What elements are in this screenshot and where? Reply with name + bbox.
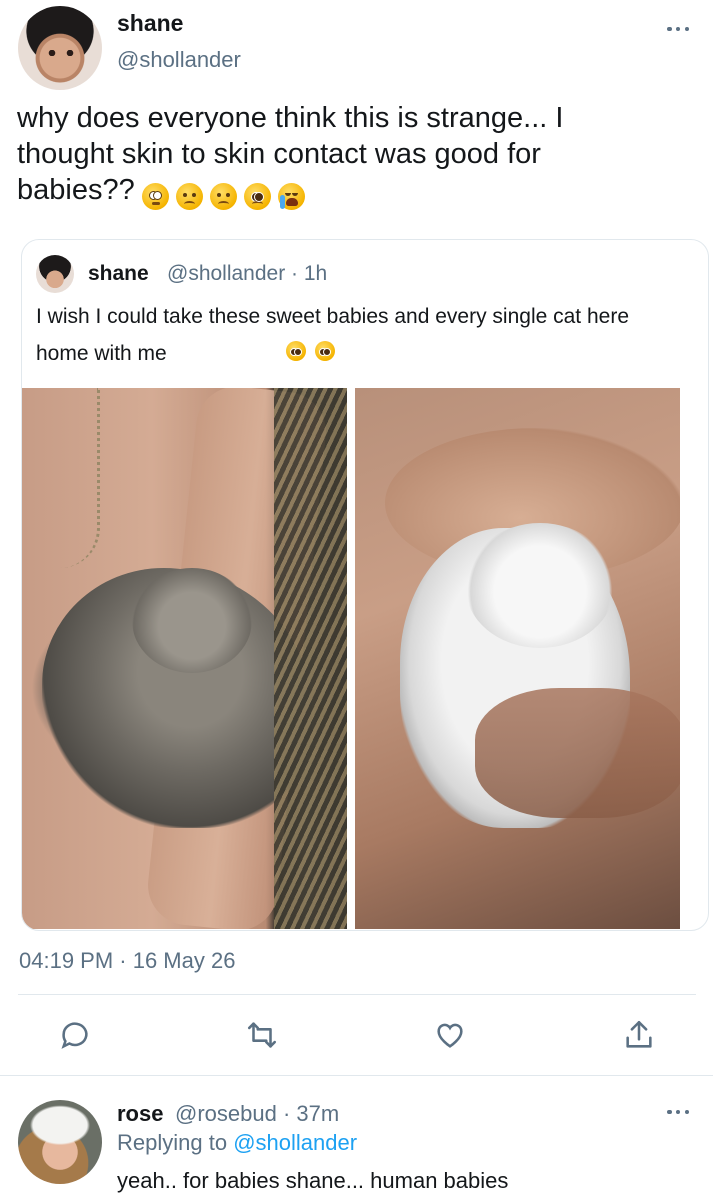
pleading-face-icon [315,341,335,361]
retweet-icon[interactable] [245,1018,279,1052]
reply-text: yeah.. for babies shane... human babies [117,1168,509,1193]
tweet-timestamp[interactable]: 04:19 PM · 16 May 26 [19,948,235,974]
reply-icon[interactable] [58,1018,92,1052]
quoted-author-handle-time: @shollander · 1h [167,262,328,285]
divider [18,994,696,995]
reply-author-avatar[interactable] [18,1100,102,1184]
quoted-tweet[interactable]: shane @shollander · 1h I wish I could ta… [21,239,709,931]
quoted-author-name: shane [88,262,149,285]
tweet-text: why does everyone think this is strange.… [17,102,564,206]
disappointed-face-icon [176,183,203,210]
tweet-emojis [142,183,305,210]
author-handle[interactable]: @shollander [117,47,241,73]
author-avatar[interactable] [18,6,102,90]
more-options-icon[interactable] [667,26,689,32]
frowning-face-icon [210,183,237,210]
reply-more-options-icon[interactable] [667,1109,689,1115]
reply-author-handle-time: @rosebud · 37m [175,1101,340,1126]
pleading-face-icon [286,341,306,361]
flushed-face-icon [142,183,169,210]
share-icon[interactable] [622,1018,656,1052]
quoted-emojis [286,341,335,361]
like-icon[interactable] [433,1018,467,1052]
replying-to-label: Replying to @shollander [117,1130,357,1156]
loudly-crying-face-icon [278,183,305,210]
author-name[interactable]: shane [117,10,183,37]
photo-grey-kitten[interactable] [22,388,347,929]
photo-white-cat[interactable] [355,388,680,929]
replying-prefix: Replying to [117,1130,234,1155]
pleading-face-icon [244,183,271,210]
section-divider [0,1075,713,1076]
quoted-tweet-text: I wish I could take these sweet babies a… [36,305,630,365]
replying-to-mention[interactable]: @shollander [233,1130,357,1155]
reply-author-name[interactable]: rose [117,1101,163,1127]
quoted-author-avatar [36,255,74,293]
